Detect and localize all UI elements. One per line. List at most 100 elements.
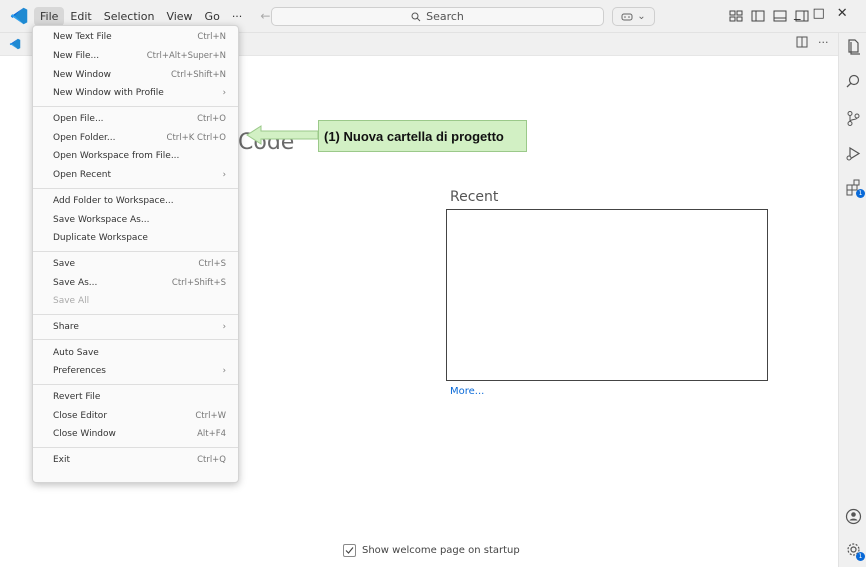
submenu-chevron-icon: › — [222, 366, 226, 377]
menu-item-close-editor[interactable]: Close Editor Ctrl+W — [33, 406, 238, 425]
toggle-panel-icon[interactable] — [773, 9, 787, 23]
menu-more[interactable]: ··· — [226, 7, 249, 26]
menu-item-exit[interactable]: Exit Ctrl+Q — [33, 451, 238, 470]
menu-item-shortcut: Ctrl+W — [195, 410, 226, 421]
back-arrow-icon[interactable]: ← — [260, 9, 270, 23]
menu-item-label: Save Workspace As... — [53, 214, 150, 225]
tab-actions: ··· — [796, 36, 829, 49]
menu-item-label: New File... — [53, 51, 100, 62]
explorer-icon[interactable] — [845, 38, 862, 55]
split-editor-icon[interactable] — [796, 36, 808, 48]
menu-selection[interactable]: Selection — [98, 7, 161, 26]
startup-label: Show welcome page on startup — [362, 545, 520, 556]
menu-item-shortcut: Alt+F4 — [197, 429, 226, 440]
menu-separator — [33, 313, 238, 315]
menu-item-label: Open File... — [53, 114, 104, 125]
annotation-callout: (1) Nuova cartella di progetto — [318, 120, 527, 152]
menu-item-label: Close Window — [53, 429, 116, 440]
menu-file[interactable]: File — [34, 6, 65, 26]
extensions-badge: 1 — [856, 189, 865, 198]
activity-bar: 1 1 — [838, 33, 866, 567]
menu-item-open-folder[interactable]: Open Folder... Ctrl+K Ctrl+O — [33, 128, 238, 147]
submenu-chevron-icon: › — [222, 321, 226, 332]
startup-option: Show welcome page on startup — [343, 544, 520, 557]
source-control-icon[interactable] — [845, 110, 862, 127]
menu-item-save-as[interactable]: Save As... Ctrl+Shift+S — [33, 273, 238, 292]
menu-item-shortcut: Ctrl+Q — [197, 455, 226, 466]
menu-item-new-window-with-profile[interactable]: New Window with Profile › — [33, 84, 238, 103]
menu-item-label: Close Editor — [53, 410, 108, 421]
menu-item-label: Save As... — [53, 277, 98, 288]
menu-item-new-window[interactable]: New Window Ctrl+Shift+N — [33, 65, 238, 84]
menu-item-shortcut: Ctrl+Alt+Super+N — [146, 51, 226, 62]
menu-separator — [33, 383, 238, 385]
menu-item-label: Revert File — [53, 392, 101, 403]
window-controls: _ □ ✕ — [794, 6, 848, 21]
startup-checkbox[interactable] — [343, 544, 356, 557]
menu-item-duplicate-workspace[interactable]: Duplicate Workspace — [33, 229, 238, 248]
checkmark-icon — [345, 547, 354, 554]
submenu-chevron-icon: › — [222, 170, 226, 181]
account-icon[interactable] — [845, 508, 862, 525]
menu-item-shortcut: Ctrl+S — [198, 258, 226, 269]
minimize-icon[interactable]: _ — [794, 6, 801, 21]
menu-item-close-window[interactable]: Close Window Alt+F4 — [33, 425, 238, 444]
menu-item-new-text-file[interactable]: New Text File Ctrl+N — [33, 28, 238, 47]
menu-edit[interactable]: Edit — [64, 7, 97, 26]
menu-item-label: Duplicate Workspace — [53, 233, 148, 244]
menu-view[interactable]: View — [160, 7, 198, 26]
annotation-arrow-icon — [246, 125, 319, 145]
menu-item-label: New Window with Profile — [53, 88, 164, 99]
menu-item-shortcut: Ctrl+O — [197, 114, 226, 125]
close-icon[interactable]: ✕ — [837, 6, 848, 21]
menu-item-label: New Window — [53, 69, 111, 80]
menu-item-open-workspace-from-file[interactable]: Open Workspace from File... — [33, 147, 238, 166]
menu-item-add-folder-to-workspace[interactable]: Add Folder to Workspace... — [33, 192, 238, 211]
menu-item-shortcut: Ctrl+K Ctrl+O — [166, 132, 226, 143]
menu-item-open-recent[interactable]: Open Recent › — [33, 166, 238, 185]
menu-item-label: Preferences — [53, 366, 106, 377]
menu-separator — [33, 339, 238, 341]
menu-item-label: Open Recent — [53, 170, 112, 181]
copilot-button[interactable]: ⌄ — [612, 7, 655, 26]
menu-item-shortcut: Ctrl+N — [197, 32, 226, 43]
menu-item-save-workspace-as[interactable]: Save Workspace As... — [33, 210, 238, 229]
settings-badge: 1 — [856, 552, 865, 561]
menu-item-shortcut: Ctrl+Shift+N — [170, 69, 226, 80]
menu-item-open-file[interactable]: Open File... Ctrl+O — [33, 110, 238, 129]
menu-item-revert-file[interactable]: Revert File — [33, 388, 238, 407]
welcome-tab-icon[interactable] — [8, 37, 22, 51]
submenu-chevron-icon: › — [222, 88, 226, 99]
search-label: Search — [426, 10, 464, 23]
menu-item-label: Save — [53, 258, 76, 269]
file-menu-dropdown: New Text File Ctrl+N New File... Ctrl+Alt+S… — [32, 25, 239, 483]
maximize-icon[interactable]: □ — [813, 6, 825, 21]
vscode-logo-icon[interactable] — [8, 5, 30, 27]
menu-item-label: Open Workspace from File... — [53, 151, 180, 162]
menu-item-label: Save All — [53, 296, 90, 307]
menu-item-save[interactable]: Save Ctrl+S — [33, 255, 238, 274]
chevron-down-icon: ⌄ — [637, 11, 646, 22]
menu-item-share[interactable]: Share › — [33, 318, 238, 337]
search-box[interactable]: Search — [271, 7, 604, 26]
toggle-primary-sidebar-icon[interactable] — [751, 9, 765, 23]
menu-item-label: Add Folder to Workspace... — [53, 195, 174, 206]
search-icon — [411, 12, 421, 21]
menu-separator — [33, 250, 238, 252]
menu-item-label: New Text File — [53, 32, 112, 43]
menu-go[interactable]: Go — [199, 7, 226, 26]
menu-item-preferences[interactable]: Preferences › — [33, 362, 238, 381]
more-link[interactable]: More... — [450, 386, 484, 397]
search-icon[interactable] — [845, 73, 862, 90]
menu-item-auto-save[interactable]: Auto Save — [33, 343, 238, 362]
run-debug-icon[interactable] — [845, 145, 862, 162]
menu-separator — [33, 187, 238, 189]
menu-item-label: Exit — [53, 455, 71, 466]
menu-item-save-all: Save All — [33, 292, 238, 311]
customize-layout-icon[interactable] — [729, 9, 743, 23]
more-actions-icon[interactable]: ··· — [818, 36, 829, 49]
menu-item-new-file[interactable]: New File... Ctrl+Alt+Super+N — [33, 47, 238, 66]
menu-separator — [33, 446, 238, 448]
menu-item-label: Share — [53, 321, 79, 332]
menu-item-label: Open Folder... — [53, 132, 116, 143]
